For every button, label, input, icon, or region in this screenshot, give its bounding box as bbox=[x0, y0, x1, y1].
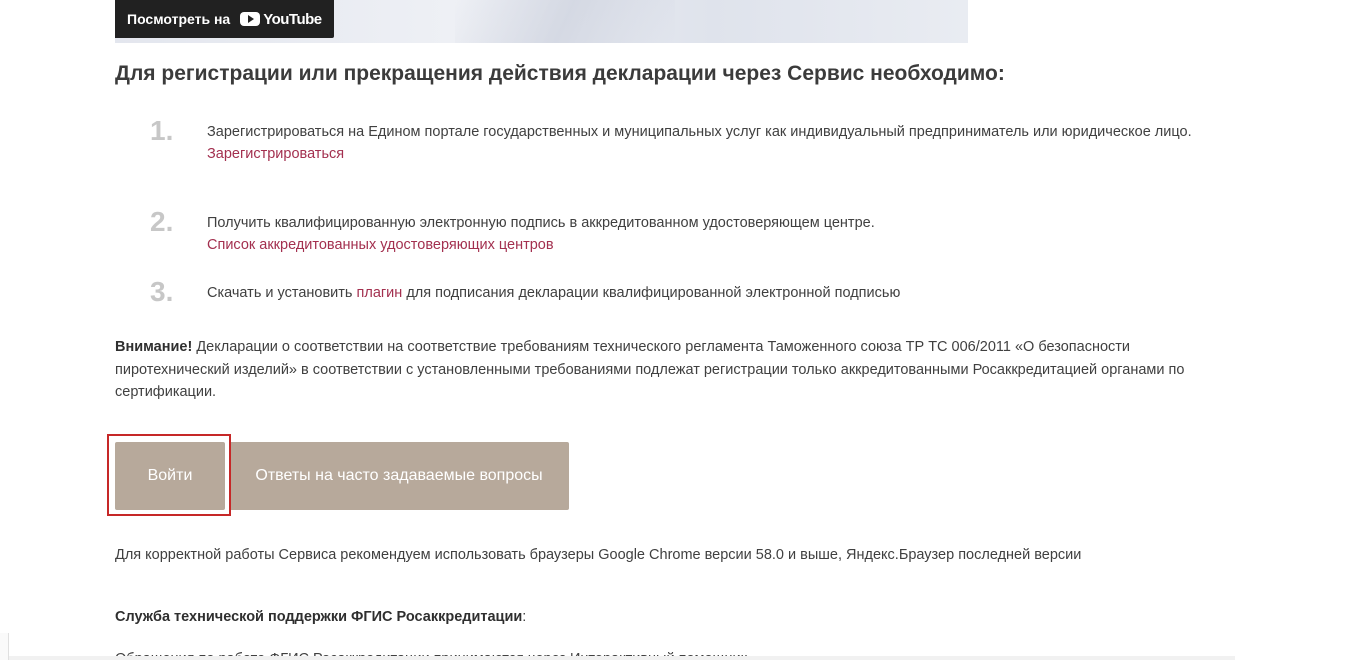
register-link[interactable]: Зарегистрироваться bbox=[207, 146, 344, 162]
footer-divider bbox=[0, 656, 1235, 660]
step-text-before: Скачать и установить bbox=[207, 285, 357, 301]
support-heading: Служба технической поддержки ФГИС Росакк… bbox=[115, 609, 526, 625]
page-title: Для регистрации или прекращения действия… bbox=[115, 62, 1005, 85]
step-number: 3. bbox=[150, 276, 174, 307]
youtube-wordmark: YouTube bbox=[263, 10, 322, 28]
step-number: 2. bbox=[150, 206, 174, 237]
support-colon: : bbox=[522, 609, 527, 625]
step-2: 2. Получить квалифицированную электронну… bbox=[115, 206, 1245, 256]
step-text: Зарегистрироваться на Едином портале гос… bbox=[207, 124, 1192, 140]
video-thumbnail bbox=[455, 0, 675, 43]
step-body: Зарегистрироваться на Едином портале гос… bbox=[207, 121, 1245, 165]
accredited-centers-link[interactable]: Список аккредитованных удостоверяющих це… bbox=[207, 237, 554, 253]
attention-notice: Внимание! Декларации о соответствии на с… bbox=[115, 336, 1235, 404]
support-title: Служба технической поддержки ФГИС Росакк… bbox=[115, 609, 523, 625]
step-text: Получить квалифицированную электронную п… bbox=[207, 215, 875, 231]
step-body: Получить квалифицированную электронную п… bbox=[207, 212, 1245, 256]
watch-on-label: Посмотреть на bbox=[127, 11, 231, 27]
step-1: 1. Зарегистрироваться на Едином портале … bbox=[115, 115, 1245, 165]
faq-button[interactable]: Ответы на часто задаваемые вопросы bbox=[229, 442, 569, 510]
scroll-edge bbox=[0, 633, 9, 660]
step-3: 3. Скачать и установить плагин для подпи… bbox=[115, 276, 1245, 307]
video-preview[interactable]: Посмотреть на YouTube bbox=[115, 0, 968, 43]
youtube-play-icon bbox=[240, 12, 261, 26]
watch-on-youtube-button[interactable]: Посмотреть на YouTube bbox=[115, 0, 334, 38]
plugin-link[interactable]: плагин bbox=[357, 285, 403, 301]
notice-label: Внимание! bbox=[115, 339, 193, 355]
browser-recommendation: Для корректной работы Сервиса рекомендуе… bbox=[115, 547, 1082, 563]
step-body: Скачать и установить плагин для подписан… bbox=[207, 282, 1245, 304]
login-button[interactable]: Войти bbox=[115, 442, 225, 510]
youtube-logo: YouTube bbox=[240, 10, 322, 28]
notice-text: Декларации о соответствии на соответстви… bbox=[115, 339, 1185, 400]
step-text-after: для подписания декларации квалифицирован… bbox=[402, 285, 901, 301]
step-number: 1. bbox=[150, 115, 174, 146]
